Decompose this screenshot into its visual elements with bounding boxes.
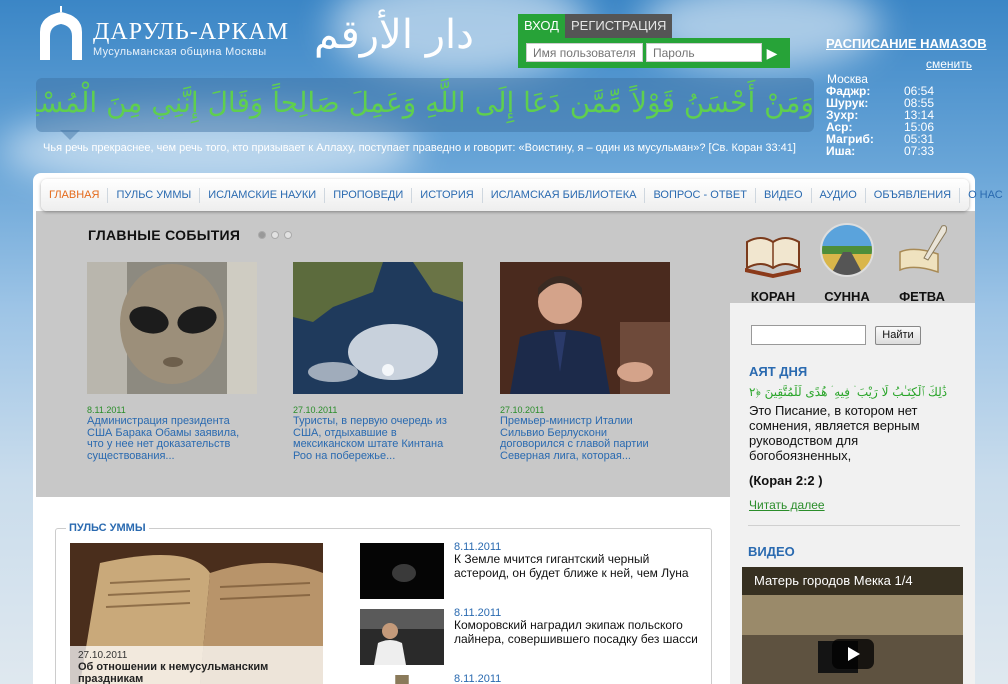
carousel-dot[interactable]: [258, 231, 266, 239]
event-date: 27.10.2011: [293, 405, 338, 415]
quick-link-label: КОРАН: [750, 289, 796, 304]
banner-pointer: [60, 130, 80, 140]
nav-item-sciences[interactable]: ИСЛАМСКИЕ НАУКИ: [200, 187, 326, 203]
quick-link-label: ФЕТВА: [899, 289, 945, 304]
prayer-time: 07:33: [903, 144, 934, 158]
tab-login[interactable]: ВХОД: [518, 14, 565, 38]
alien-image[interactable]: [87, 262, 257, 394]
hurricane-image[interactable]: [293, 262, 463, 394]
video-caption: Матерь городов Мекка 1/4: [742, 567, 963, 595]
nav-item-history[interactable]: ИСТОРИЯ: [412, 187, 483, 203]
carousel-dot[interactable]: [284, 231, 292, 239]
prayer-name: Иша:: [826, 144, 856, 158]
asteroid-image: [360, 543, 444, 599]
event-date: 27.10.2011: [500, 405, 545, 415]
pulse-main-caption[interactable]: 27.10.2011 Об отношении к немусульмански…: [70, 646, 323, 684]
nav-item-qa[interactable]: ВОПРОС - ОТВЕТ: [645, 187, 756, 203]
prayer-row: Иша: 07:33: [826, 145, 934, 157]
news-date: 8.11.2011: [454, 673, 502, 684]
video-player[interactable]: Матерь городов Мекка 1/4: [742, 567, 963, 684]
event-card[interactable]: 8.11.2011 Администрация президента США Б…: [87, 262, 257, 462]
event-card[interactable]: 27.10.2011 Туристы, в первую очередь из …: [293, 262, 463, 462]
site-subtitle: Мусульманская община Москвы: [93, 46, 267, 58]
nav-item-about[interactable]: О НАС: [960, 188, 1008, 203]
login-submit-button[interactable]: ▶: [762, 43, 782, 63]
search-button[interactable]: Найти: [875, 326, 921, 345]
ayah-reference: (Коран 2:2 ): [749, 473, 823, 488]
arabic-site-name: دار الأرقم: [314, 12, 474, 58]
divider: [748, 525, 960, 526]
nav-item-video[interactable]: ВИДЕО: [756, 187, 812, 203]
quick-link-quran[interactable]: КОРАН: [738, 222, 808, 304]
nav-item-announcements[interactable]: ОБЪЯВЛЕНИЯ: [866, 187, 961, 203]
event-card[interactable]: 27.10.2011 Премьер-министр Италии Сильви…: [500, 262, 670, 462]
play-icon[interactable]: [832, 639, 874, 669]
nav-item-pulse[interactable]: ПУЛЬС УММЫ: [108, 187, 201, 203]
quick-link-label: СУННА: [824, 289, 870, 304]
quick-link-fatwa[interactable]: ФЕТВА: [887, 222, 957, 304]
pulse-section-title: ПУЛЬС УММЫ: [66, 522, 149, 534]
news-thumbnail: [395, 675, 409, 684]
username-input[interactable]: [526, 43, 643, 62]
news-item[interactable]: 8.11.2011 К Земле мчится гигантский черн…: [360, 541, 705, 603]
news-text[interactable]: Коморовский наградил экипаж польского ла…: [454, 618, 704, 646]
video-section-title: ВИДЕО: [748, 544, 795, 559]
search-input[interactable]: [751, 325, 866, 345]
quran-verse-banner: وَمَنْ أَحْسَنُ قَوْلاً مِّمَّن دَعَا إِ…: [36, 78, 814, 132]
quick-link-sunna[interactable]: СУННА: [812, 222, 882, 304]
tab-register[interactable]: РЕГИСТРАЦИЯ: [564, 14, 673, 38]
read-more-link[interactable]: Читать далее: [749, 498, 825, 512]
verse-translation: Чья речь прекраснее, чем речь того, кто …: [43, 142, 796, 154]
event-text[interactable]: Премьер-министр Италии Сильвио Берлускон…: [500, 415, 670, 462]
prayer-schedule-link[interactable]: РАСПИСАНИЕ НАМАЗОВ: [826, 36, 987, 51]
carousel-dots: [258, 231, 292, 239]
arrow-right-icon: ▶: [766, 44, 778, 61]
ayah-arabic: ذَٰلِكَ ٱلْكِتَـٰبُ لَا رَيْبَ ۛ فِيهِ ۛ…: [749, 385, 948, 399]
nav-item-library[interactable]: ИСЛАМСКАЯ БИБЛИОТЕКА: [483, 187, 646, 203]
news-item[interactable]: 8.11.2011 Коморовский наградил экипаж по…: [360, 607, 705, 669]
change-city-link[interactable]: сменить: [926, 57, 972, 71]
scroll-quill-icon: [899, 225, 947, 274]
news-item[interactable]: 8.11.2011: [360, 673, 705, 684]
nav-item-sermons[interactable]: ПРОПОВЕДИ: [325, 187, 413, 203]
site-title[interactable]: ДАРУЛЬ-АРКАМ: [93, 19, 289, 46]
ayah-title: АЯТ ДНЯ: [749, 364, 808, 379]
news-text[interactable]: К Земле мчится гигантский черный астерои…: [454, 552, 704, 580]
pilot-image: [360, 609, 444, 665]
road-icon: [820, 223, 874, 277]
nav-item-audio[interactable]: АУДИО: [812, 187, 866, 203]
ayah-translation: Это Писание, в котором нет сомнения, явл…: [749, 403, 920, 463]
pulse-main-title[interactable]: Об отношении к немусульманским праздника…: [78, 661, 315, 684]
berlusconi-image[interactable]: [500, 262, 670, 394]
login-widget: ВХОД РЕГИСТРАЦИЯ ▶: [518, 14, 790, 68]
section-title: ГЛАВНЫЕ СОБЫТИЯ: [88, 227, 241, 243]
password-input[interactable]: [646, 43, 762, 62]
event-text[interactable]: Туристы, в первую очередь из США, отдыха…: [293, 415, 463, 462]
event-text[interactable]: Администрация президента США Барака Обам…: [87, 415, 257, 462]
pulse-main-date: 27.10.2011: [78, 650, 128, 661]
prayer-times-table: Фаджр: 06:54 Шурук: 08:55 Зухр: 13:14 Аср: 1…: [826, 85, 934, 157]
carousel-dot[interactable]: [271, 231, 279, 239]
event-date: 8.11.2011: [87, 405, 126, 415]
main-nav: ГЛАВНАЯ ПУЛЬС УММЫ ИСЛАМСКИЕ НАУКИ ПРОПО…: [41, 179, 1003, 211]
mosque-logo-icon[interactable]: [36, 4, 86, 60]
quran-book-icon: [745, 237, 801, 278]
nav-item-home[interactable]: ГЛАВНАЯ: [41, 187, 109, 203]
